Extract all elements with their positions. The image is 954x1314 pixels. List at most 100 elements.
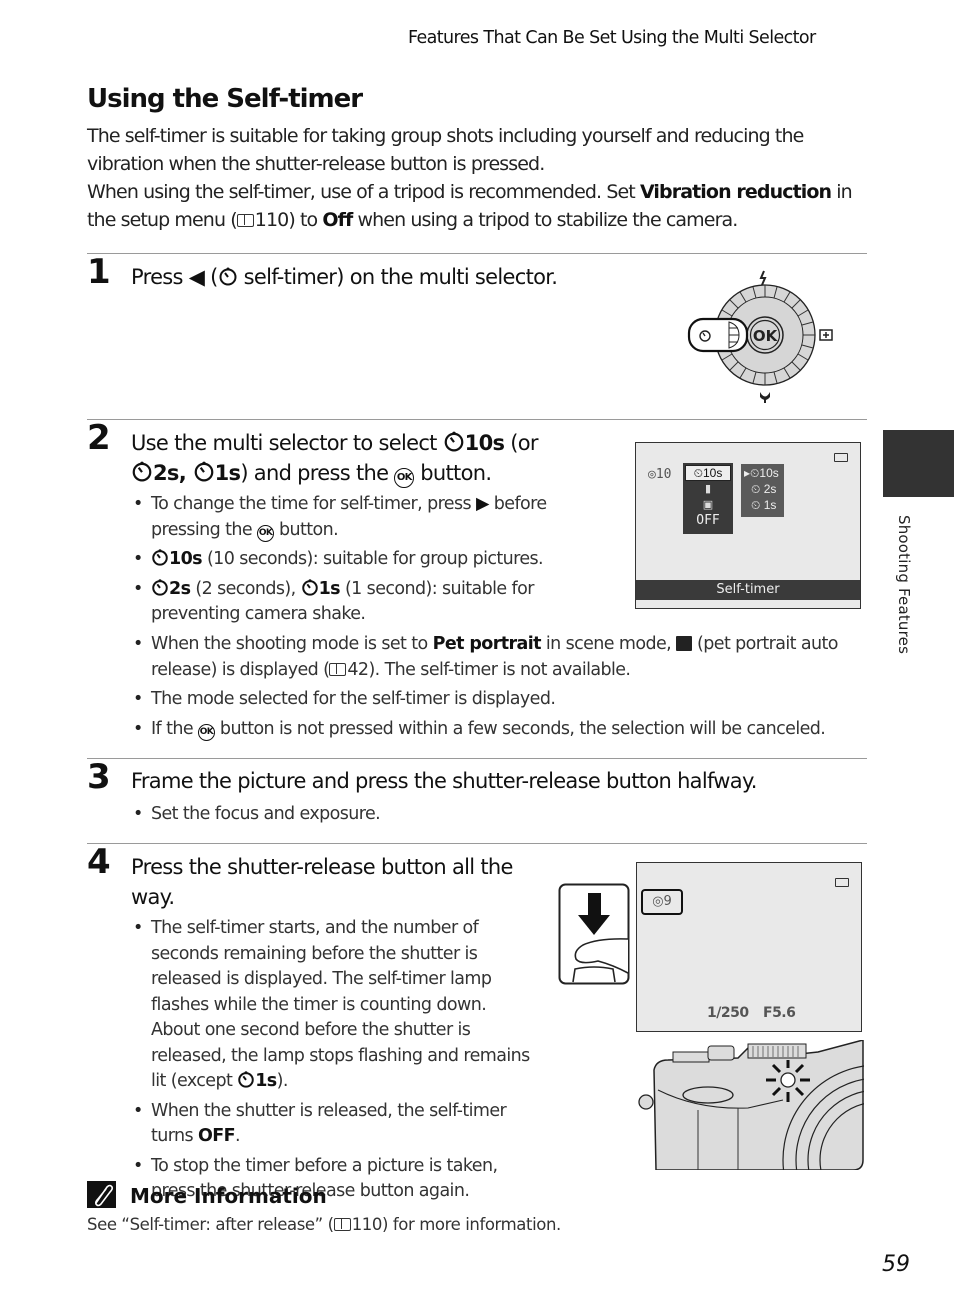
self-timer-indicator: ◎10 (648, 467, 671, 482)
list-item: When the shutter is released, the self-t… (131, 1099, 531, 1150)
submenu-item-label: 2s (763, 482, 777, 496)
step-3-text: Frame the picture and press the shutter-… (131, 769, 757, 793)
list-item: The mode selected for the self-timer is … (131, 687, 861, 713)
list-item: If the OK button is not pressed within a… (131, 717, 861, 743)
step-text: ( (204, 265, 218, 289)
countdown-indicator: ◎9 (641, 889, 683, 915)
remote-icon[interactable]: ▮ (683, 481, 733, 497)
list-item: Set the focus and exposure. (131, 802, 831, 828)
menu-item-selected[interactable]: ⏲10s (685, 465, 731, 481)
off-term: OFF (198, 1126, 236, 1146)
step-text: Use the multi selector to select (131, 431, 443, 455)
step-3-bullets: Set the focus and exposure. (131, 802, 831, 832)
list-item: 10s (10 seconds): suitable for group pic… (131, 547, 571, 573)
step-4-text: Press the shutter-release button all the… (131, 855, 513, 909)
intro-text: when using a tripod to stabilize the cam… (352, 209, 739, 231)
self-timer-icon (444, 431, 464, 452)
step-text: (or (504, 431, 538, 455)
bullet-text: The self-timer starts, and the number of… (151, 918, 530, 1091)
more-info-heading: More Information (87, 1181, 327, 1208)
bullet-text: in scene mode, (540, 634, 677, 654)
bullet-text: button is not pressed within a few secon… (214, 718, 826, 739)
submenu-item[interactable]: ▸⏲10s (741, 465, 784, 481)
more-info-title: More Information (130, 1184, 327, 1208)
page-reference[interactable]: 110 (352, 1215, 383, 1234)
bullet-text: ). The self-timer is not available. (368, 659, 631, 680)
divider (87, 419, 867, 420)
step-2-bullets-a: To change the time for self-timer, press… (131, 492, 571, 632)
bullet-text: When the shooting mode is set to (151, 634, 433, 654)
step-2-text: Use the multi selector to select 10s (or… (131, 428, 601, 488)
pet-portrait-term: Pet portrait (432, 634, 542, 654)
intro-text: When using the self-timer, use of a trip… (87, 181, 640, 203)
intro-paragraph: The self-timer is suitable for taking gr… (87, 122, 877, 234)
bullet-text: (2 seconds), (190, 578, 301, 599)
control-dial (672, 1051, 710, 1063)
battery-icon (834, 453, 848, 462)
option-1s: 1s (318, 578, 341, 599)
option-10s: 10s (169, 549, 203, 569)
bullet-text: . (235, 1126, 241, 1146)
list-item: The self-timer starts, and the number of… (131, 916, 531, 1095)
option-2s: 2s, (153, 461, 193, 485)
step-number: 3 (87, 757, 111, 797)
submenu-item-label: 10s (759, 466, 779, 480)
battery-icon (835, 878, 849, 887)
option-1s: 1s (255, 1071, 277, 1091)
self-timer-submenu: ▸⏲10s ⏲ 2s ⏲ 1s (741, 464, 784, 517)
page-reference-icon (333, 1218, 351, 1231)
submenu-item[interactable]: ⏲ 2s (741, 481, 784, 497)
list-item: When the shooting mode is set to Pet por… (131, 632, 861, 683)
vibration-reduction-term: Vibration reduction (639, 181, 832, 203)
camera-screen-countdown: ◎9 1/250 F5.6 (636, 862, 862, 1032)
page-title: Using the Self-timer (87, 84, 363, 114)
ok-icon: OK (197, 723, 215, 741)
self-timer-icon: ◎ (652, 894, 664, 909)
step-text: Press (131, 265, 189, 289)
countdown-value: 9 (663, 894, 672, 909)
intro-text-2: When using the self-timer, use of a trip… (87, 178, 877, 234)
off-term: Off (322, 209, 353, 231)
divider (87, 758, 867, 759)
step-number: 4 (87, 842, 111, 882)
bullet-text: ). (276, 1071, 289, 1091)
page-reference[interactable]: 42 (347, 660, 369, 680)
self-timer-icon (301, 578, 318, 596)
running-head: Features That Can Be Set Using the Multi… (408, 28, 816, 48)
info-text: See “Self-timer: after release” ( (87, 1215, 334, 1234)
chapter-label: Shooting Features (895, 515, 913, 655)
submenu-item[interactable]: ⏲ 1s (741, 497, 784, 513)
pet-portrait-icon[interactable]: ▣ (683, 497, 733, 513)
step-number: 1 (87, 252, 111, 292)
macro-icon (760, 392, 770, 403)
step-text: button. (414, 461, 492, 485)
step-text: self-timer) on the multi selector. (237, 265, 558, 289)
intro-text-1: The self-timer is suitable for taking gr… (87, 125, 804, 175)
left-arrow-icon: ◀ (188, 265, 205, 289)
ok-icon: OK (257, 524, 275, 542)
list-item: 2s (2 seconds), 1s (1 second): suitable … (131, 577, 571, 628)
menu-item-label: 10s (703, 466, 723, 480)
more-info-text: See “Self-timer: after release” ( 110) fo… (87, 1215, 561, 1234)
chapter-tab (883, 430, 954, 497)
info-text: ) for more information. (382, 1215, 561, 1234)
step-1-text: Press ◀ ( self-timer) on the multi selec… (131, 262, 558, 292)
page-reference[interactable]: 110 (255, 209, 289, 231)
divider (87, 843, 867, 844)
mode-dial (747, 1043, 807, 1059)
self-timer-icon (194, 461, 213, 482)
screen-caption: Self-timer (636, 580, 860, 600)
shutter-press-illustration (558, 883, 630, 985)
menu-item-off[interactable]: OFF (683, 513, 733, 529)
zoom-lever (707, 1045, 735, 1061)
page-reference-icon (329, 662, 347, 676)
self-timer-menu: ⏲10s ▮ ▣ OFF (683, 463, 733, 534)
intro-text: ) to (288, 209, 323, 231)
ok-label: OK (753, 327, 779, 345)
bullet-text: To change the time for self-timer, press (151, 494, 476, 514)
bullet-text: button. (274, 519, 339, 540)
camera-screen-self-timer-menu: ◎10 ⏲10s ▮ ▣ OFF ▸⏲10s ⏲ 2s ⏲ 1s Self-ti… (635, 442, 861, 609)
step-text: ) and press the (240, 461, 395, 485)
note-icon (87, 1181, 116, 1208)
self-timer-icon (219, 267, 237, 286)
